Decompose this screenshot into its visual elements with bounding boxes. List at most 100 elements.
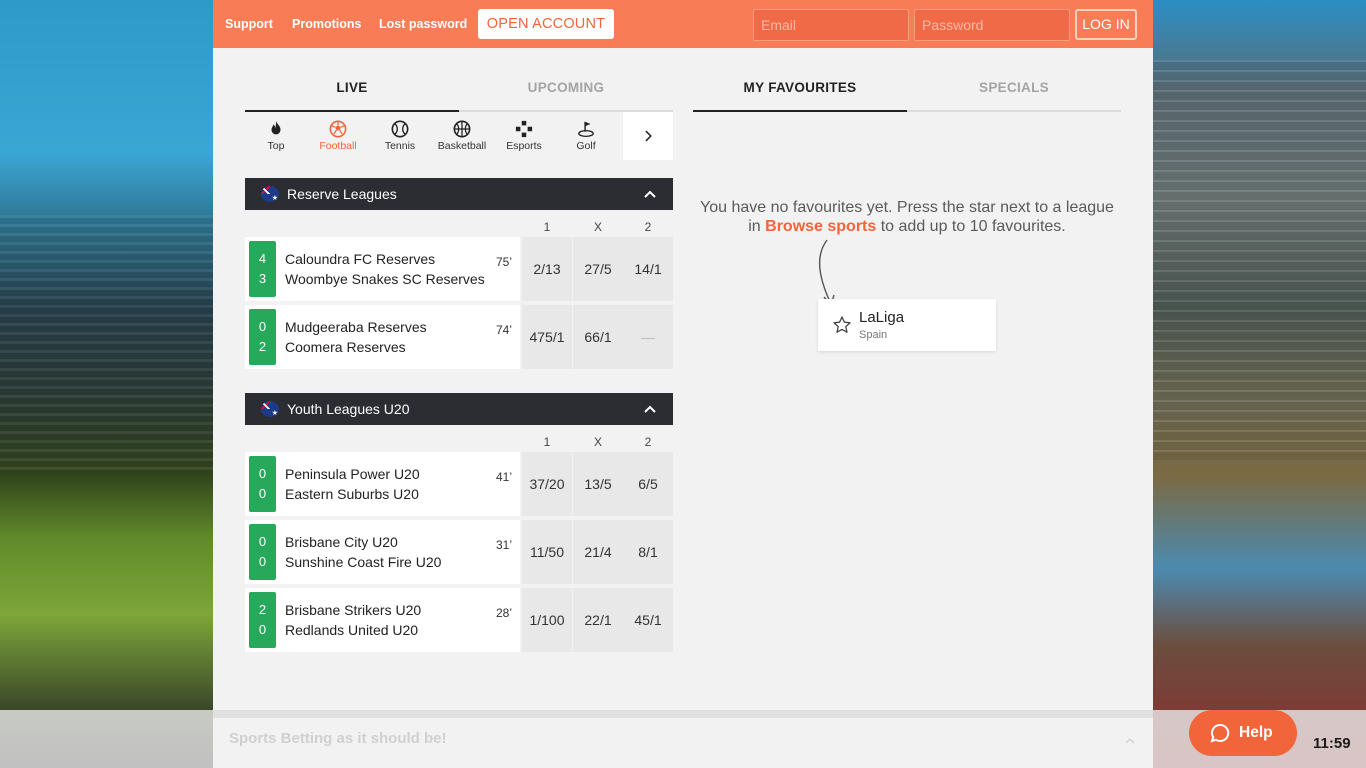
score-badge: 00: [249, 456, 276, 512]
sport-label: Top: [267, 140, 285, 152]
sport-label: Basketball: [437, 140, 487, 152]
match-info[interactable]: 20 Brisbane Strikers U20 Redlands United…: [245, 588, 520, 652]
odds-away-suspended: —: [623, 305, 673, 369]
league-header-reserve[interactable]: Reserve Leagues: [245, 178, 673, 210]
match-minute: 75’: [495, 255, 512, 269]
chevron-right-icon: [645, 130, 652, 142]
chevron-up-icon: [1125, 738, 1135, 744]
odds-header-2: 2: [644, 435, 652, 449]
footer-panel[interactable]: Sports Betting as it should be!: [213, 710, 1153, 768]
sport-basketball[interactable]: Basketball: [431, 112, 493, 160]
tennis-icon: [391, 120, 409, 138]
score-badge: 00: [249, 524, 276, 580]
stadium-background-right: [1153, 0, 1366, 768]
sport-label: Golf: [576, 140, 596, 152]
golf-icon: [578, 121, 594, 138]
odds-draw-button[interactable]: 22/1: [573, 588, 623, 652]
footer-tagline: Sports Betting as it should be!: [229, 730, 447, 747]
australia-flag-icon: [261, 401, 279, 417]
favourite-example-country: Spain: [859, 329, 888, 341]
match-info[interactable]: 00 Peninsula Power U20 Eastern Suburbs U…: [245, 452, 520, 516]
tab-upcoming[interactable]: UPCOMING: [459, 72, 673, 112]
match-minute: 41’: [495, 470, 512, 484]
sport-esports[interactable]: Esports: [493, 112, 555, 160]
odds-header-2: 2: [644, 220, 652, 234]
australia-flag-icon: [261, 186, 279, 202]
home-team: Brisbane Strikers U20: [285, 602, 422, 618]
stadium-background-left: [0, 0, 213, 768]
match-info[interactable]: 02 Mudgeeraba Reserves Coomera Reserves …: [245, 305, 520, 369]
football-icon: [329, 120, 347, 138]
tab-specials[interactable]: SPECIALS: [907, 72, 1121, 112]
away-team: Woombye Snakes SC Reserves: [285, 271, 485, 287]
login-button[interactable]: LOG IN: [1075, 9, 1137, 40]
sports-next-button[interactable]: [623, 112, 673, 160]
league-name: Reserve Leagues: [287, 186, 397, 202]
browse-sports-link[interactable]: Browse sports: [765, 218, 876, 235]
odds-home-button[interactable]: 1/100: [522, 588, 572, 652]
favourites-empty-message: You have no favourites yet. Press the st…: [693, 198, 1121, 236]
match-info[interactable]: 43 Caloundra FC Reserves Woombye Snakes …: [245, 237, 520, 301]
league-name: Youth Leagues U20: [287, 401, 410, 417]
away-team: Sunshine Coast Fire U20: [285, 554, 442, 570]
help-label: Help: [1239, 724, 1273, 741]
away-team: Coomera Reserves: [285, 339, 406, 355]
promotions-link[interactable]: Promotions: [292, 17, 361, 31]
match-row[interactable]: 20 Brisbane Strikers U20 Redlands United…: [245, 588, 673, 652]
home-team: Mudgeeraba Reserves: [285, 319, 427, 335]
away-team: Redlands United U20: [285, 622, 419, 638]
tab-live[interactable]: LIVE: [245, 72, 459, 112]
match-row[interactable]: 43 Caloundra FC Reserves Woombye Snakes …: [245, 237, 673, 301]
odds-home-button[interactable]: 2/13: [522, 237, 572, 301]
favourite-example-title: LaLiga: [859, 309, 905, 326]
score-badge: 20: [249, 592, 276, 648]
help-button[interactable]: Help: [1189, 710, 1297, 756]
odds-header-x: X: [593, 220, 602, 234]
score-badge: 02: [249, 309, 276, 365]
chevron-up-icon: [644, 405, 656, 413]
odds-header-x: X: [593, 435, 602, 449]
email-field[interactable]: [753, 9, 909, 41]
sport-tennis[interactable]: Tennis: [369, 112, 431, 160]
top-bar: Support Promotions Lost password OPEN AC…: [213, 0, 1153, 48]
lost-password-link[interactable]: Lost password: [379, 17, 467, 31]
odds-draw-button[interactable]: 27/5: [573, 237, 623, 301]
star-icon: [833, 316, 851, 333]
favourites-message-text-end: to add up to 10 favourites.: [880, 218, 1066, 235]
match-info[interactable]: 00 Brisbane City U20 Sunshine Coast Fire…: [245, 520, 520, 584]
odds-away-button[interactable]: 6/5: [623, 452, 673, 516]
match-row[interactable]: 02 Mudgeeraba Reserves Coomera Reserves …: [245, 305, 673, 369]
home-team: Brisbane City U20: [285, 534, 398, 550]
tab-my-favourites[interactable]: MY FAVOURITES: [693, 72, 907, 112]
home-team: Caloundra FC Reserves: [285, 251, 436, 267]
match-row[interactable]: 00 Brisbane City U20 Sunshine Coast Fire…: [245, 520, 673, 584]
away-team: Eastern Suburbs U20: [285, 486, 419, 502]
sport-label: Tennis: [384, 140, 416, 152]
favourite-example-card: LaLiga Spain: [818, 299, 996, 351]
match-row[interactable]: 00 Peninsula Power U20 Eastern Suburbs U…: [245, 452, 673, 516]
password-field[interactable]: [914, 9, 1070, 41]
odds-home-button[interactable]: 37/20: [522, 452, 572, 516]
flame-icon: [271, 120, 281, 135]
odds-header-1: 1: [543, 435, 551, 449]
sport-golf[interactable]: Golf: [555, 112, 617, 160]
sport-top[interactable]: Top: [245, 112, 307, 160]
odds-away-button[interactable]: 8/1: [623, 520, 673, 584]
odds-away-button[interactable]: 45/1: [623, 588, 673, 652]
sport-selector: Top Football Tennis Basketball Esports G…: [245, 112, 673, 160]
odds-away-button[interactable]: 14/1: [623, 237, 673, 301]
odds-home-button[interactable]: 11/50: [522, 520, 572, 584]
league-header-youth-u20[interactable]: Youth Leagues U20: [245, 393, 673, 425]
odds-home-button[interactable]: 475/1: [522, 305, 572, 369]
chat-bubble-icon: [1210, 723, 1230, 743]
match-minute: 31’: [495, 538, 512, 552]
odds-draw-button[interactable]: 21/4: [573, 520, 623, 584]
odds-draw-button[interactable]: 66/1: [573, 305, 623, 369]
odds-draw-button[interactable]: 13/5: [573, 452, 623, 516]
chevron-up-icon: [644, 190, 656, 198]
support-link[interactable]: Support: [225, 17, 273, 31]
open-account-button[interactable]: OPEN ACCOUNT: [478, 9, 614, 39]
sport-football[interactable]: Football: [307, 112, 369, 160]
match-minute: 28’: [495, 606, 512, 620]
clock: 11:59: [1313, 735, 1351, 752]
